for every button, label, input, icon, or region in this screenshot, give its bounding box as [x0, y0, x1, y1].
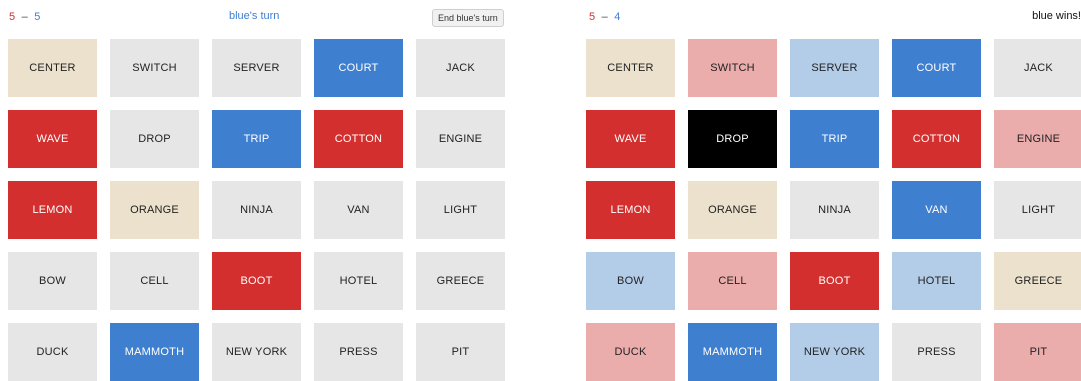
card-boot[interactable]: BOOT [212, 252, 301, 310]
card-press[interactable]: PRESS [892, 323, 981, 381]
card-cotton[interactable]: COTTON [314, 110, 403, 168]
card-switch[interactable]: SWITCH [110, 39, 199, 97]
card-boot[interactable]: BOOT [790, 252, 879, 310]
red-score: 5 [589, 11, 596, 23]
card-greece[interactable]: GREECE [416, 252, 505, 310]
card-hotel[interactable]: HOTEL [892, 252, 981, 310]
card-bow[interactable]: BOW [586, 252, 675, 310]
card-greece[interactable]: GREECE [994, 252, 1081, 310]
blue-score: 5 [34, 11, 41, 23]
card-pit[interactable]: PIT [994, 323, 1081, 381]
board-header: 5–4 blue wins! [578, 0, 1081, 36]
card-court[interactable]: COURT [892, 39, 981, 97]
card-new-york[interactable]: NEW YORK [790, 323, 879, 381]
card-jack[interactable]: JACK [416, 39, 505, 97]
card-cell[interactable]: CELL [110, 252, 199, 310]
card-lemon[interactable]: LEMON [586, 181, 675, 239]
game-result: blue wins! [1032, 10, 1081, 22]
card-bow[interactable]: BOW [8, 252, 97, 310]
card-ninja[interactable]: NINJA [212, 181, 301, 239]
card-drop[interactable]: DROP [688, 110, 777, 168]
card-wave[interactable]: WAVE [8, 110, 97, 168]
card-drop[interactable]: DROP [110, 110, 199, 168]
game-board-right: 5–4 blue wins! CENTER SWITCH SERVER COURT JA… [578, 0, 1081, 381]
card-van[interactable]: VAN [892, 181, 981, 239]
card-center[interactable]: CENTER [8, 39, 97, 97]
card-wave[interactable]: WAVE [586, 110, 675, 168]
score-separator: – [21, 11, 29, 23]
card-switch[interactable]: SWITCH [688, 39, 777, 97]
card-lemon[interactable]: LEMON [8, 181, 97, 239]
card-van[interactable]: VAN [314, 181, 403, 239]
card-cell[interactable]: CELL [688, 252, 777, 310]
end-turn-button[interactable]: End blue's turn [432, 9, 504, 27]
score-display: 5–5 [9, 11, 41, 23]
card-duck[interactable]: DUCK [8, 323, 97, 381]
card-trip[interactable]: TRIP [790, 110, 879, 168]
board-header: 5–5 blue's turn End blue's turn [0, 0, 510, 36]
card-orange[interactable]: ORANGE [110, 181, 199, 239]
score-separator: – [601, 11, 609, 23]
card-hotel[interactable]: HOTEL [314, 252, 403, 310]
score-display: 5–4 [589, 11, 621, 23]
card-pit[interactable]: PIT [416, 323, 505, 381]
card-orange[interactable]: ORANGE [688, 181, 777, 239]
card-jack[interactable]: JACK [994, 39, 1081, 97]
card-engine[interactable]: ENGINE [416, 110, 505, 168]
card-ninja[interactable]: NINJA [790, 181, 879, 239]
game-board-left: 5–5 blue's turn End blue's turn CENTER SW… [0, 0, 510, 381]
card-mammoth[interactable]: MAMMOTH [110, 323, 199, 381]
card-court[interactable]: COURT [314, 39, 403, 97]
card-engine[interactable]: ENGINE [994, 110, 1081, 168]
card-server[interactable]: SERVER [212, 39, 301, 97]
card-cotton[interactable]: COTTON [892, 110, 981, 168]
blue-score: 4 [614, 11, 621, 23]
card-light[interactable]: LIGHT [994, 181, 1081, 239]
card-server[interactable]: SERVER [790, 39, 879, 97]
card-light[interactable]: LIGHT [416, 181, 505, 239]
card-center[interactable]: CENTER [586, 39, 675, 97]
card-grid: CENTER SWITCH SERVER COURT JACK WAVE DROP TRIP C… [586, 39, 1081, 381]
card-mammoth[interactable]: MAMMOTH [688, 323, 777, 381]
card-duck[interactable]: DUCK [586, 323, 675, 381]
card-trip[interactable]: TRIP [212, 110, 301, 168]
red-score: 5 [9, 11, 16, 23]
card-new-york[interactable]: NEW YORK [212, 323, 301, 381]
card-grid: CENTER SWITCH SERVER COURT JACK WAVE DROP TRIP C… [8, 39, 505, 381]
turn-indicator: blue's turn [229, 10, 280, 22]
card-press[interactable]: PRESS [314, 323, 403, 381]
